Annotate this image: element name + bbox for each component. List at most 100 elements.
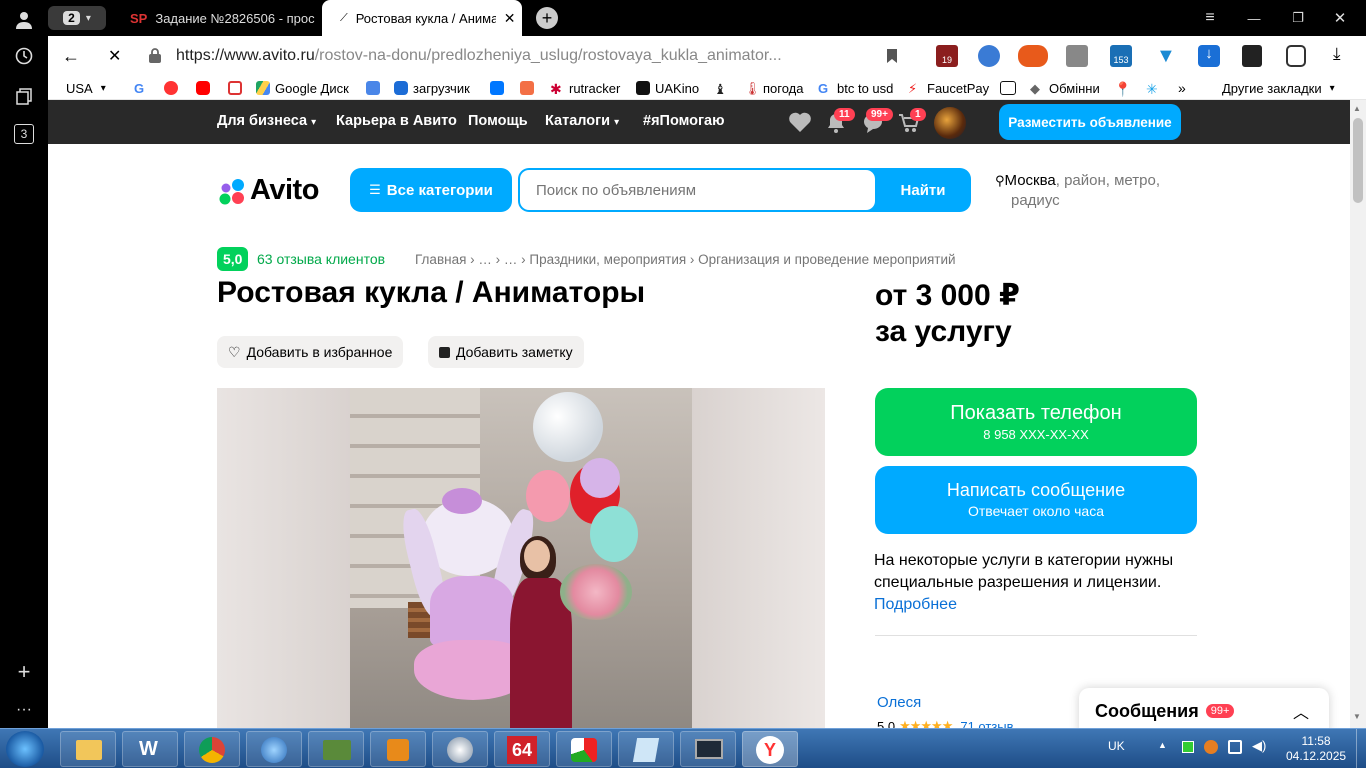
bookmark-maps[interactable]: 📍 xyxy=(1114,79,1133,97)
tray-orange-icon[interactable] xyxy=(1204,740,1218,754)
taskbar-monitor[interactable] xyxy=(680,731,736,767)
add-icon[interactable]: + xyxy=(12,659,36,684)
restore-icon[interactable]: ❐ xyxy=(1288,0,1308,36)
other-bookmarks[interactable]: Другие закладки ▾ xyxy=(1222,79,1335,97)
nav-catalogs[interactable]: Каталоги ▾ xyxy=(545,113,619,129)
bookmark-yandex[interactable] xyxy=(164,79,183,97)
tray-expand-icon[interactable]: ▲ xyxy=(1158,740,1167,750)
extensions-icon[interactable] xyxy=(1286,45,1306,67)
messages-widget[interactable]: Сообщения 99+ ︿ xyxy=(1079,688,1329,728)
briefcase-ext-icon[interactable] xyxy=(1066,45,1088,67)
start-button[interactable] xyxy=(6,731,44,767)
taskbar-app5[interactable] xyxy=(308,731,364,767)
bookmark-gmail[interactable] xyxy=(228,79,247,97)
nav-career[interactable]: Карьера в Авито xyxy=(336,113,457,129)
counter-ext-icon[interactable]: 153 xyxy=(1110,45,1132,67)
tab-zadanie[interactable]: SP Задание №2826506 - прос xyxy=(130,0,320,36)
add-to-favorites-button[interactable]: ♡ Добавить в избранное xyxy=(217,336,404,368)
diamond-ext-icon[interactable]: ▼ xyxy=(1156,45,1176,68)
bookmark-star[interactable]: ✳ xyxy=(1146,79,1165,97)
tray-green-icon[interactable] xyxy=(1182,741,1194,753)
scroll-thumb[interactable] xyxy=(1353,118,1363,203)
bookmark-btc[interactable]: Gbtc to usd xyxy=(818,79,893,97)
nav-ya-pomogayu[interactable]: #яПомогаю xyxy=(643,113,725,129)
seller-reviews-link[interactable]: 71 отзыв xyxy=(960,719,1013,729)
close-tab-icon[interactable]: ✕ xyxy=(504,10,516,27)
avatar[interactable] xyxy=(934,107,966,139)
calendar-ext-icon[interactable]: 19 xyxy=(936,45,958,67)
bookmark-exchange[interactable]: ◆ Обмінни xyxy=(1030,79,1100,97)
post-ad-button[interactable]: Разместить объявление xyxy=(999,104,1181,140)
location-selector[interactable]: ⚲Москва, район, метро, радиус xyxy=(995,171,1160,211)
bookmark-weather[interactable]: 🌡 погода xyxy=(744,79,804,97)
scroll-down-icon[interactable]: ▼ xyxy=(1353,712,1361,721)
tab-count-icon[interactable]: 3 xyxy=(14,124,34,144)
new-tab-button[interactable]: + xyxy=(536,7,558,29)
write-message-button[interactable]: Написать сообщение Отвечает около часа xyxy=(875,466,1197,534)
network-icon[interactable] xyxy=(1228,740,1242,754)
bookmark-vk[interactable] xyxy=(490,79,509,97)
bookmark-google[interactable]: G xyxy=(134,79,153,97)
reviews-link[interactable]: 63 отзыва клиентов xyxy=(257,251,385,267)
scroll-up-icon[interactable]: ▲ xyxy=(1353,104,1361,113)
avito-logo[interactable]: Avito xyxy=(217,174,319,207)
taskbar-yandex-browser[interactable]: Y xyxy=(742,731,798,767)
stop-icon[interactable]: ✕ xyxy=(108,46,121,66)
bookmark-bc[interactable] xyxy=(1000,79,1021,97)
add-note-button[interactable]: Добавить заметку xyxy=(428,336,584,368)
bookmark-rutracker[interactable]: ✱ rutracker xyxy=(550,79,620,98)
bookmark-icon[interactable] xyxy=(886,48,898,67)
download-ext-icon[interactable]: ↓ xyxy=(1198,45,1220,67)
taskbar-notepad[interactable] xyxy=(618,731,674,767)
chevron-up-icon[interactable]: ︿ xyxy=(1293,699,1309,723)
back-icon[interactable]: ← xyxy=(62,46,80,67)
taskbar-wise[interactable]: W xyxy=(122,731,178,767)
menu-icon[interactable]: ≡ xyxy=(1200,0,1220,36)
downloads-icon[interactable]: ⤓ xyxy=(1333,44,1341,64)
show-desktop-button[interactable] xyxy=(1356,729,1366,769)
breadcrumb[interactable]: Главная › … › … › Праздники, мероприятия… xyxy=(415,252,956,267)
search-input[interactable] xyxy=(520,170,875,210)
clock[interactable]: 11:58 04.12.2025 xyxy=(1286,734,1346,764)
language-indicator[interactable]: UK xyxy=(1108,739,1125,753)
bookmark-youtube[interactable] xyxy=(196,79,215,97)
globe-ext-icon[interactable] xyxy=(978,45,1000,67)
taskbar-globe[interactable] xyxy=(246,731,302,767)
collections-icon[interactable] xyxy=(12,84,36,108)
bookmarks-more[interactable]: » xyxy=(1178,79,1186,97)
show-phone-button[interactable]: Показать телефон 8 958 XXX-XX-XX xyxy=(875,388,1197,456)
bookmark-f[interactable] xyxy=(520,79,539,97)
listing-photo[interactable] xyxy=(217,388,825,728)
all-categories-button[interactable]: ☰ Все категории xyxy=(350,168,512,212)
page-scrollbar[interactable]: ▲ ▼ xyxy=(1350,100,1366,728)
tab-avito-active[interactable]: ⟋ Ростовая кукла / Аниматоры ✕ xyxy=(322,0,522,36)
profile-icon[interactable] xyxy=(12,8,36,32)
promo-ext-icon[interactable] xyxy=(1018,45,1048,67)
nav-help[interactable]: Помощь xyxy=(468,113,528,129)
taskbar-app9[interactable] xyxy=(556,731,612,767)
bookmark-faucetpay[interactable]: ⚡ FaucetPay xyxy=(908,79,989,97)
tab-group-button[interactable]: 2 ▾ xyxy=(48,6,106,30)
bookmark-translate[interactable] xyxy=(366,79,385,97)
taskbar-chrome[interactable] xyxy=(184,731,240,767)
taskbar-clock[interactable] xyxy=(432,731,488,767)
bookmark-gdrive[interactable]: Google Диск xyxy=(256,79,349,97)
volume-icon[interactable]: ◀) xyxy=(1252,738,1266,754)
more-link[interactable]: Подробнее xyxy=(874,596,957,613)
bookmark-chess[interactable]: ♝ xyxy=(714,79,733,97)
taskbar-explorer[interactable] xyxy=(60,731,116,767)
history-icon[interactable] xyxy=(12,44,36,68)
taskbar-app64[interactable]: 64 xyxy=(494,731,550,767)
bookmark-uakino[interactable]: UAKino xyxy=(636,79,699,97)
taskbar-player[interactable] xyxy=(370,731,426,767)
nav-for-business[interactable]: Для бизнеса ▾ xyxy=(217,113,316,129)
close-window-icon[interactable]: ✕ xyxy=(1330,0,1350,36)
url-field[interactable]: https://www.avito.ru/rostov-na-donu/pred… xyxy=(176,41,938,71)
favorites-heart-icon[interactable] xyxy=(788,111,812,137)
search-button[interactable]: Найти xyxy=(875,168,971,212)
seller-name[interactable]: Олеся xyxy=(877,694,921,711)
bookmark-loader[interactable]: загрузчик xyxy=(394,79,470,97)
more-icon[interactable]: ··· xyxy=(12,698,36,722)
minimize-icon[interactable]: — xyxy=(1244,0,1264,36)
bookmark-usa[interactable]: USA ▾ xyxy=(66,79,106,97)
